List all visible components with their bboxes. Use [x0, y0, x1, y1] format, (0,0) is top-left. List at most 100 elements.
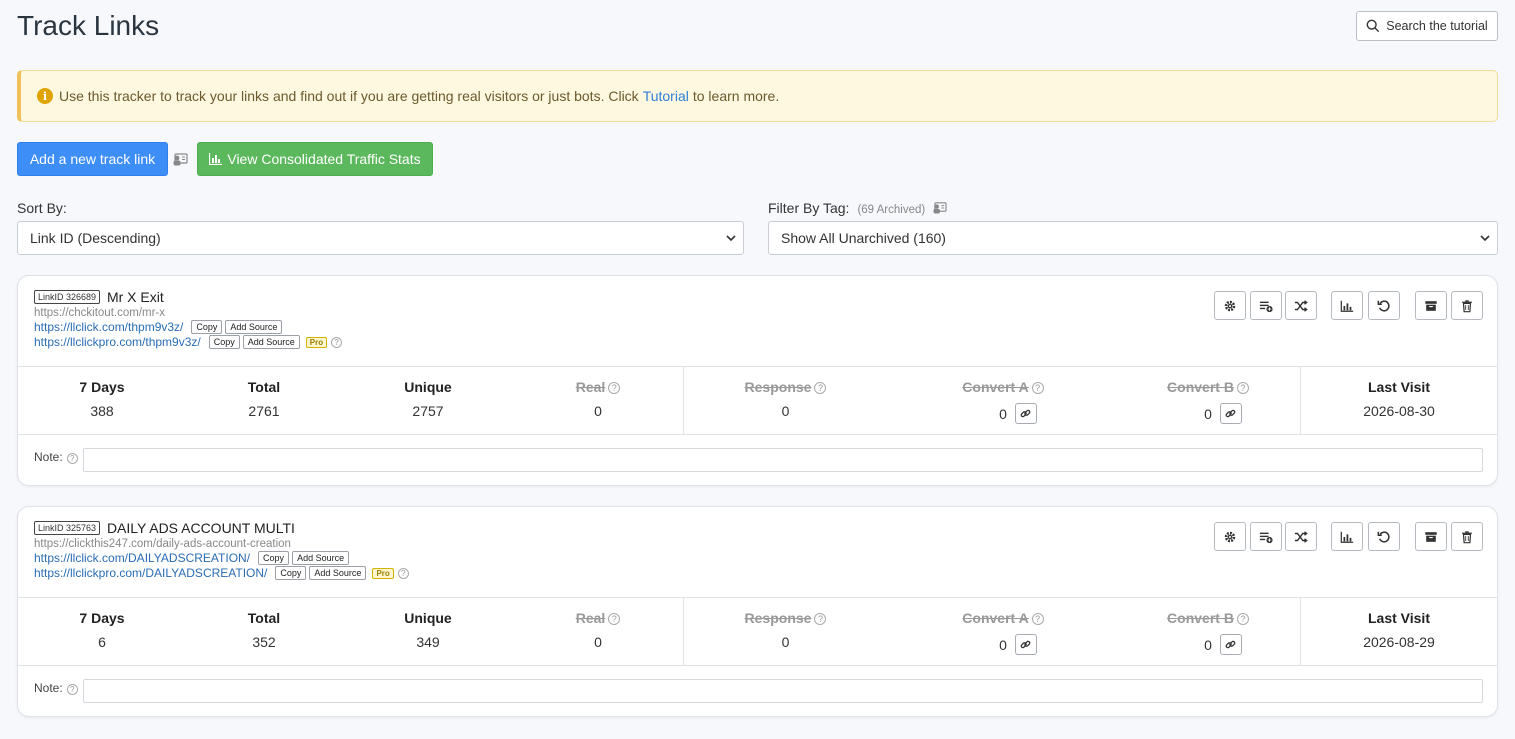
question-icon[interactable]: ?: [608, 613, 621, 625]
stat-header: Last Visit: [1368, 610, 1430, 626]
delete-button[interactable]: [1451, 522, 1483, 551]
question-icon[interactable]: ?: [1031, 382, 1044, 394]
stat-unique: Unique 2757: [368, 367, 488, 434]
stat-last-visit: Last Visit 2026-08-29: [1328, 598, 1470, 665]
copy-button[interactable]: Copy: [208, 335, 240, 349]
reset-button[interactable]: [1368, 522, 1400, 551]
add-to-list-button[interactable]: [1250, 522, 1282, 551]
bar-chart-icon: [1340, 531, 1354, 543]
settings-button[interactable]: [1214, 522, 1246, 551]
trash-icon: [1462, 530, 1472, 543]
source-url: https://chckitout.com/mr-x: [34, 307, 166, 319]
undo-icon: [1377, 530, 1390, 543]
stat-header: 7 Days: [79, 379, 125, 395]
add-source-button[interactable]: Add Source: [225, 320, 283, 334]
stat-header: Convert A: [962, 610, 1029, 626]
info-icon: i: [37, 88, 53, 104]
link-id-badge: LinkID 326689: [34, 290, 101, 304]
help-card-icon[interactable]: [172, 152, 188, 166]
question-icon[interactable]: ?: [1236, 613, 1249, 625]
note-label: Note:: [34, 450, 63, 464]
list-add-icon: [1259, 532, 1273, 543]
trash-icon: [1462, 299, 1472, 312]
add-to-list-button[interactable]: [1250, 291, 1282, 320]
archive-button[interactable]: [1415, 291, 1447, 320]
reset-button[interactable]: [1368, 291, 1400, 320]
search-tutorial-button[interactable]: Search the tutorial: [1356, 11, 1498, 41]
list-add-icon: [1259, 301, 1273, 312]
sort-select[interactable]: Link ID (Descending): [17, 221, 744, 255]
divider: [683, 367, 684, 434]
settings-button[interactable]: [1214, 291, 1246, 320]
stat-header: Unique: [404, 379, 452, 395]
stat-value: 0: [1204, 636, 1212, 653]
track-url-pro[interactable]: https://llclickpro.com/DAILYADSCREATION/: [34, 566, 267, 580]
stat-value: 2026-08-29: [1363, 634, 1435, 650]
question-icon[interactable]: ?: [331, 336, 343, 348]
stats-button[interactable]: [1331, 291, 1363, 320]
stat-value: 0: [594, 634, 602, 650]
question-icon[interactable]: ?: [608, 382, 621, 394]
archive-icon: [1425, 300, 1437, 311]
question-icon[interactable]: ?: [66, 453, 78, 464]
rotate-button[interactable]: [1285, 522, 1317, 551]
link-icon: [1225, 640, 1236, 649]
alert-text-after: to learn more.: [692, 88, 780, 104]
stat-header: Unique: [404, 610, 452, 626]
link-id-badge: LinkID 325763: [34, 521, 101, 535]
track-url-pro[interactable]: https://llclickpro.com/thpm9v3z/: [34, 335, 201, 349]
delete-button[interactable]: [1451, 291, 1483, 320]
rotate-button[interactable]: [1285, 291, 1317, 320]
copy-button[interactable]: Copy: [258, 551, 290, 565]
track-url-primary[interactable]: https://llclick.com/thpm9v3z/: [34, 320, 183, 334]
page-title: Track Links: [17, 10, 160, 41]
question-icon[interactable]: ?: [1236, 382, 1249, 394]
stat-header: Total: [247, 610, 281, 626]
help-card-icon[interactable]: [932, 201, 947, 214]
add-source-button[interactable]: Add Source: [242, 335, 300, 349]
stat-7days: 7 Days 388: [42, 367, 162, 434]
stat-real: Real? 0: [538, 367, 658, 434]
add-source-button[interactable]: Add Source: [292, 551, 350, 565]
consolidated-label: View Consolidated Traffic Stats: [227, 151, 421, 167]
convert-b-link-button[interactable]: [1219, 634, 1242, 655]
track-link-card: LinkID 325763 DAILY ADS ACCOUNT MULTI ht…: [17, 506, 1498, 717]
tutorial-link[interactable]: Tutorial: [643, 88, 689, 104]
stat-value: 352: [252, 634, 276, 650]
convert-a-link-button[interactable]: [1014, 403, 1037, 424]
stat-value: 2026-08-30: [1363, 403, 1435, 419]
copy-button[interactable]: Copy: [191, 320, 223, 334]
link-icon: [1020, 640, 1031, 649]
stat-header: Response: [744, 379, 812, 395]
stat-header: Convert B: [1167, 379, 1234, 395]
stat-value: 2761: [248, 403, 280, 419]
stat-value: 0: [999, 636, 1007, 653]
stat-value: 388: [90, 403, 114, 419]
view-consolidated-stats-button[interactable]: View Consolidated Traffic Stats: [197, 142, 433, 176]
filter-label-group: Filter By Tag: (69 Archived): [768, 200, 947, 216]
copy-button[interactable]: Copy: [275, 566, 307, 580]
add-source-button[interactable]: Add Source: [309, 566, 367, 580]
question-icon[interactable]: ?: [1031, 613, 1044, 625]
note-input[interactable]: [83, 679, 1483, 703]
note-input[interactable]: [83, 448, 1483, 472]
convert-a-link-button[interactable]: [1014, 634, 1037, 655]
question-icon[interactable]: ?: [814, 382, 827, 394]
track-url-primary[interactable]: https://llclick.com/DAILYADSCREATION/: [34, 551, 250, 565]
archive-button[interactable]: [1415, 522, 1447, 551]
pro-badge: Pro: [305, 336, 328, 348]
shuffle-icon: [1294, 299, 1308, 312]
search-icon: [1366, 19, 1380, 33]
convert-b-link-button[interactable]: [1219, 403, 1242, 424]
stat-value: 349: [416, 634, 440, 650]
chevron-down-icon: [1480, 235, 1490, 242]
question-icon[interactable]: ?: [814, 613, 827, 625]
note-label: Note:: [34, 681, 63, 695]
stats-button[interactable]: [1331, 522, 1363, 551]
add-track-link-button[interactable]: Add a new track link: [17, 142, 168, 176]
filter-tag-select[interactable]: Show All Unarchived (160): [768, 221, 1498, 255]
stat-7days: 7 Days 6: [42, 598, 162, 665]
question-icon[interactable]: ?: [66, 684, 78, 695]
question-icon[interactable]: ?: [397, 567, 409, 579]
sort-label: Sort By:: [17, 200, 67, 216]
